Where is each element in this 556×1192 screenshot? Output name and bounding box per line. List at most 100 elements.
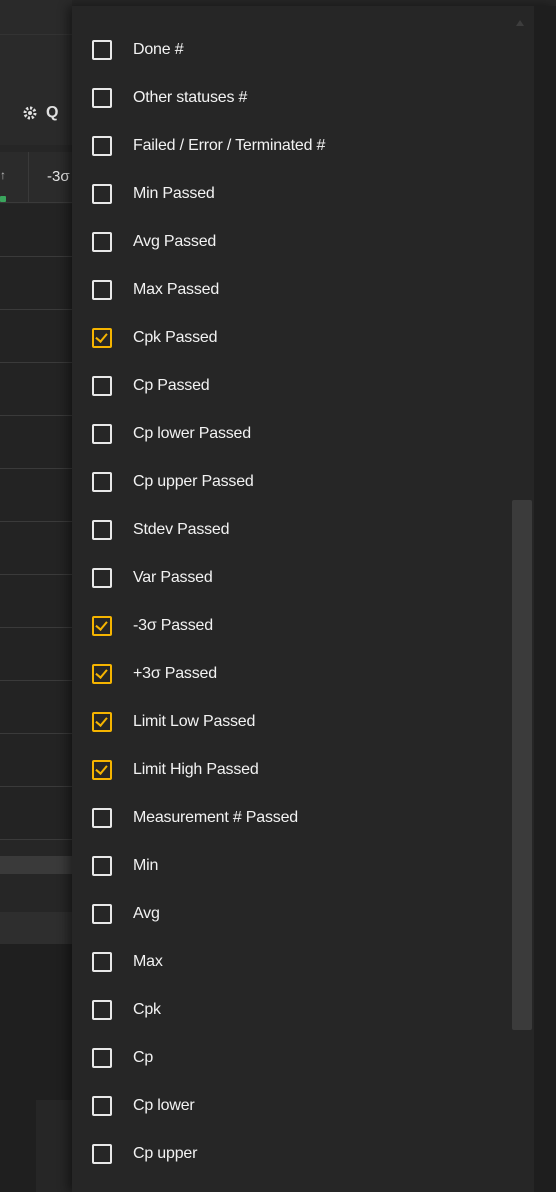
table-row[interactable] [0, 734, 72, 787]
column-option[interactable]: Limit High Passed [72, 746, 502, 794]
column-option[interactable]: Failed / Error / Terminated # [72, 122, 502, 170]
table-row[interactable] [0, 363, 72, 416]
checkbox-unchecked-icon[interactable] [92, 280, 112, 300]
column-option-label: Cp lower [133, 1097, 195, 1114]
scroll-up-arrow-icon[interactable] [516, 20, 524, 26]
checkbox-unchecked-icon[interactable] [92, 136, 112, 156]
table-row[interactable] [0, 522, 72, 575]
column-chooser-dropdown: Done # Other statuses # Failed / Error / T… [72, 6, 556, 1192]
checkbox-unchecked-icon[interactable] [92, 184, 112, 204]
table-row[interactable] [0, 575, 72, 628]
background-topbar [0, 0, 72, 145]
checkbox-unchecked-icon[interactable] [92, 520, 112, 540]
column-option[interactable]: Cp lower [72, 1082, 502, 1130]
checkbox-unchecked-icon[interactable] [92, 952, 112, 972]
table-row[interactable] [0, 257, 72, 310]
checkbox-checked-icon[interactable] [92, 760, 112, 780]
table-row[interactable] [0, 310, 72, 363]
column-option-label: Min [133, 857, 159, 874]
column-option[interactable]: Cp upper [72, 1130, 502, 1178]
column-option[interactable]: Cpk [72, 986, 502, 1034]
column-option-label: Cp upper [133, 1145, 198, 1162]
scrollbar-thumb[interactable] [512, 500, 532, 1030]
dropdown-edge [534, 6, 556, 1192]
column-option-label: -3σ Passed [133, 617, 213, 634]
column-option[interactable]: Var Passed [72, 554, 502, 602]
column-option[interactable]: Min Passed [72, 170, 502, 218]
checkbox-checked-icon[interactable] [92, 664, 112, 684]
checkbox-unchecked-icon[interactable] [92, 1096, 112, 1116]
vertical-scrollbar[interactable] [510, 6, 532, 1192]
column-option[interactable]: +3σ Passed [72, 650, 502, 698]
page: Q ↑ -3σ Done # Other statuses # Failed / E… [0, 0, 556, 1192]
column-option[interactable]: Avg Passed [72, 218, 502, 266]
checkbox-unchecked-icon[interactable] [92, 40, 112, 60]
column-option-label: Limit Low Passed [133, 713, 256, 730]
column-option[interactable]: Cp upper Passed [72, 458, 502, 506]
column-option[interactable]: Cp [72, 1034, 502, 1082]
sort-arrow-icon[interactable]: ↑ [0, 168, 6, 182]
column-option[interactable]: Other statuses # [72, 74, 502, 122]
column-option-label: Stdev Passed [133, 521, 230, 538]
column-option-label: Measurement # Passed [133, 809, 298, 826]
table-row[interactable] [0, 628, 72, 681]
column-option-label: +3σ Passed [133, 665, 217, 682]
checkbox-unchecked-icon[interactable] [92, 808, 112, 828]
horizontal-scrollbar[interactable] [0, 856, 72, 874]
column-option[interactable]: Cp lower Passed [72, 410, 502, 458]
checkbox-unchecked-icon[interactable] [92, 376, 112, 396]
table-row[interactable] [0, 469, 72, 522]
checkbox-unchecked-icon[interactable] [92, 232, 112, 252]
settings-toolbar-button[interactable]: Q [22, 104, 58, 122]
column-option[interactable]: Cpk Passed [72, 314, 502, 362]
table-row[interactable] [0, 416, 72, 469]
column-option[interactable]: Done # [72, 26, 502, 74]
column-option-label: Var Passed [133, 569, 213, 586]
status-indicator [0, 196, 6, 202]
column-option-label: Failed / Error / Terminated # [133, 137, 326, 154]
checkbox-checked-icon[interactable] [92, 616, 112, 636]
column-option[interactable]: Cp Passed [72, 362, 502, 410]
column-option[interactable]: Avg [72, 890, 502, 938]
settings-toolbar-label: Q [46, 104, 59, 121]
checkbox-unchecked-icon[interactable] [92, 1144, 112, 1164]
table-header-row: ↑ -3σ [0, 152, 72, 203]
checkbox-unchecked-icon[interactable] [92, 856, 112, 876]
column-option[interactable]: Stdev Passed [72, 506, 502, 554]
section-header [0, 912, 72, 944]
lower-panel-column [36, 1100, 72, 1192]
table-row[interactable] [0, 681, 72, 734]
column-option-label: Cp upper Passed [133, 473, 254, 490]
divider [0, 34, 72, 35]
column-option[interactable]: Measurement # Passed [72, 794, 502, 842]
checkbox-unchecked-icon[interactable] [92, 424, 112, 444]
column-option-label: Cp lower Passed [133, 425, 251, 442]
column-option[interactable]: Stdev [72, 1178, 502, 1192]
column-option-label: Cpk Passed [133, 329, 218, 346]
column-option-label: Cp Passed [133, 377, 210, 394]
checkbox-checked-icon[interactable] [92, 712, 112, 732]
column-header-minus-3-sigma[interactable]: -3σ [28, 152, 70, 202]
column-option[interactable]: -3σ Passed [72, 602, 502, 650]
column-option-label: Max [133, 953, 163, 970]
checkbox-checked-icon[interactable] [92, 328, 112, 348]
column-option[interactable]: Limit Low Passed [72, 698, 502, 746]
gear-icon [23, 106, 37, 120]
column-option-label: Done # [133, 41, 184, 58]
checkbox-unchecked-icon[interactable] [92, 1000, 112, 1020]
column-option[interactable]: Min [72, 842, 502, 890]
column-option[interactable]: Max [72, 938, 502, 986]
checkbox-unchecked-icon[interactable] [92, 904, 112, 924]
checkbox-unchecked-icon[interactable] [92, 88, 112, 108]
column-option-label: Min Passed [133, 185, 215, 202]
table-row[interactable] [0, 204, 72, 257]
table-row[interactable] [0, 787, 72, 840]
column-option-label: Cp [133, 1049, 154, 1066]
column-option-label: Other statuses # [133, 89, 248, 106]
column-option-label: Avg Passed [133, 233, 217, 250]
column-option[interactable]: Max Passed [72, 266, 502, 314]
checkbox-unchecked-icon[interactable] [92, 1048, 112, 1068]
column-option-label: Limit High Passed [133, 761, 259, 778]
checkbox-unchecked-icon[interactable] [92, 568, 112, 588]
checkbox-unchecked-icon[interactable] [92, 472, 112, 492]
